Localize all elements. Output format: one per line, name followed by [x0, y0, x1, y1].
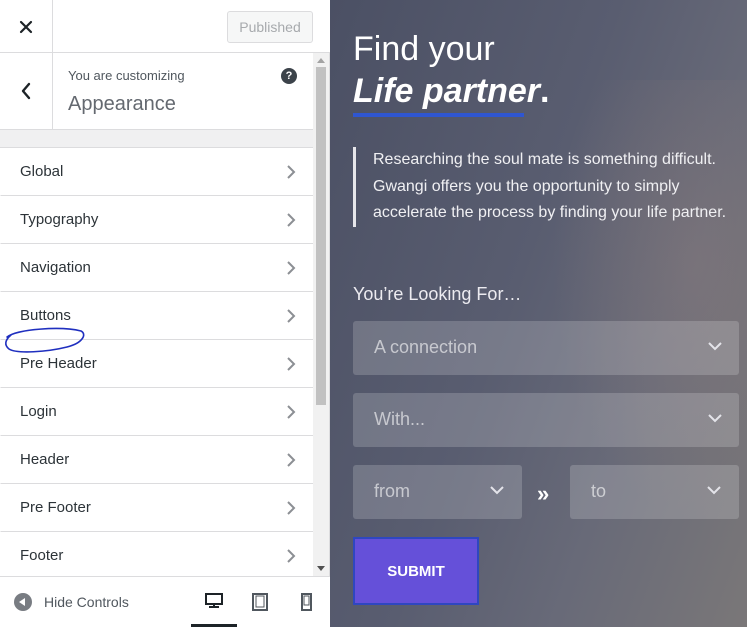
- menu-item-label: Login: [20, 403, 57, 420]
- menu-item-pre-header[interactable]: Pre Header: [0, 340, 313, 388]
- close-icon: [19, 20, 33, 33]
- chevron-down-icon: [490, 486, 504, 495]
- connection-select-value: A connection: [374, 337, 478, 357]
- back-button[interactable]: [0, 53, 53, 129]
- preview-tablet-button[interactable]: [237, 577, 283, 627]
- with-select-value: With...: [374, 409, 426, 429]
- menu-item-global[interactable]: Global: [0, 148, 313, 196]
- chevron-right-icon: [287, 309, 296, 323]
- chevron-right-icon: [287, 405, 296, 419]
- age-from-select[interactable]: from: [353, 465, 522, 519]
- tablet-icon: [252, 593, 268, 611]
- hero-title-line1: Find your: [353, 30, 495, 68]
- menu-item-label: Footer: [20, 547, 64, 564]
- age-from-value: from: [374, 481, 410, 501]
- chevron-right-icon: [287, 453, 296, 467]
- preview-mobile-button[interactable]: [283, 577, 329, 627]
- age-to-select[interactable]: to: [570, 465, 739, 519]
- section-menu: Global Typography Navigation Buttons Pre…: [0, 147, 313, 580]
- scroll-thumb[interactable]: [316, 67, 326, 405]
- back-arrow-icon: [21, 82, 31, 100]
- hide-controls-icon: [14, 593, 32, 611]
- preview-desktop-button[interactable]: [191, 577, 237, 627]
- customizing-label: You are customizing: [68, 68, 185, 83]
- hero-title-punct: .: [540, 72, 550, 110]
- hide-controls-label: Hide Controls: [44, 594, 129, 610]
- looking-for-label: You’re Looking For…: [353, 284, 522, 304]
- site-preview: Find your Life partner. Researching the …: [330, 0, 747, 627]
- menu-item-label: Pre Footer: [20, 499, 91, 516]
- menu-item-label: Typography: [20, 211, 99, 228]
- customizer-footer: Hide Controls: [0, 576, 330, 627]
- menu-item-buttons[interactable]: Buttons: [0, 292, 313, 340]
- menu-item-label: Global: [20, 163, 64, 180]
- menu-item-pre-footer[interactable]: Pre Footer: [0, 484, 313, 532]
- chevron-right-icon: [287, 261, 296, 275]
- chevron-down-icon: [708, 342, 722, 351]
- scroll-up-arrow[interactable]: [317, 58, 325, 63]
- sidebar-scrollbar[interactable]: [313, 53, 329, 576]
- chevron-right-icon: [287, 549, 296, 563]
- menu-item-typography[interactable]: Typography: [0, 196, 313, 244]
- connection-select[interactable]: A connection: [353, 321, 739, 375]
- scroll-down-arrow[interactable]: [317, 566, 325, 571]
- with-select[interactable]: With...: [353, 393, 739, 447]
- section-header: You are customizing Appearance ?: [0, 53, 313, 130]
- chevron-right-icon: [287, 357, 296, 371]
- published-button[interactable]: Published: [227, 11, 313, 43]
- menu-item-header[interactable]: Header: [0, 436, 313, 484]
- submit-button[interactable]: SUBMIT: [353, 537, 479, 605]
- menu-item-label: Pre Header: [20, 355, 97, 372]
- menu-item-label: Buttons: [20, 307, 71, 324]
- chevron-down-icon: [707, 486, 721, 495]
- range-separator: »: [537, 481, 550, 506]
- menu-item-label: Navigation: [20, 259, 91, 276]
- customizer-sidebar: Published You are customizing Appearance…: [0, 0, 330, 627]
- hero-title-line2: Life partner.: [353, 72, 550, 111]
- hero-underline: [353, 113, 524, 117]
- section-title: Appearance: [68, 93, 176, 115]
- hide-controls-button[interactable]: Hide Controls: [14, 593, 129, 611]
- age-to-value: to: [591, 481, 607, 501]
- close-button[interactable]: [0, 0, 53, 53]
- chevron-right-icon: [287, 501, 296, 515]
- chevron-down-icon: [708, 414, 722, 423]
- hero-title-emphasis: Life partner: [353, 72, 541, 110]
- desktop-icon: [205, 592, 223, 608]
- menu-item-footer[interactable]: Footer: [0, 532, 313, 580]
- hero-quote: Researching the soul mate is something d…: [353, 147, 733, 227]
- menu-item-navigation[interactable]: Navigation: [0, 244, 313, 292]
- menu-item-label: Header: [20, 451, 70, 468]
- mobile-icon: [301, 593, 312, 611]
- chevron-right-icon: [287, 165, 296, 179]
- help-icon[interactable]: ?: [281, 68, 297, 84]
- menu-item-login[interactable]: Login: [0, 388, 313, 436]
- chevron-right-icon: [287, 213, 296, 227]
- customizer-topbar: Published: [0, 0, 330, 53]
